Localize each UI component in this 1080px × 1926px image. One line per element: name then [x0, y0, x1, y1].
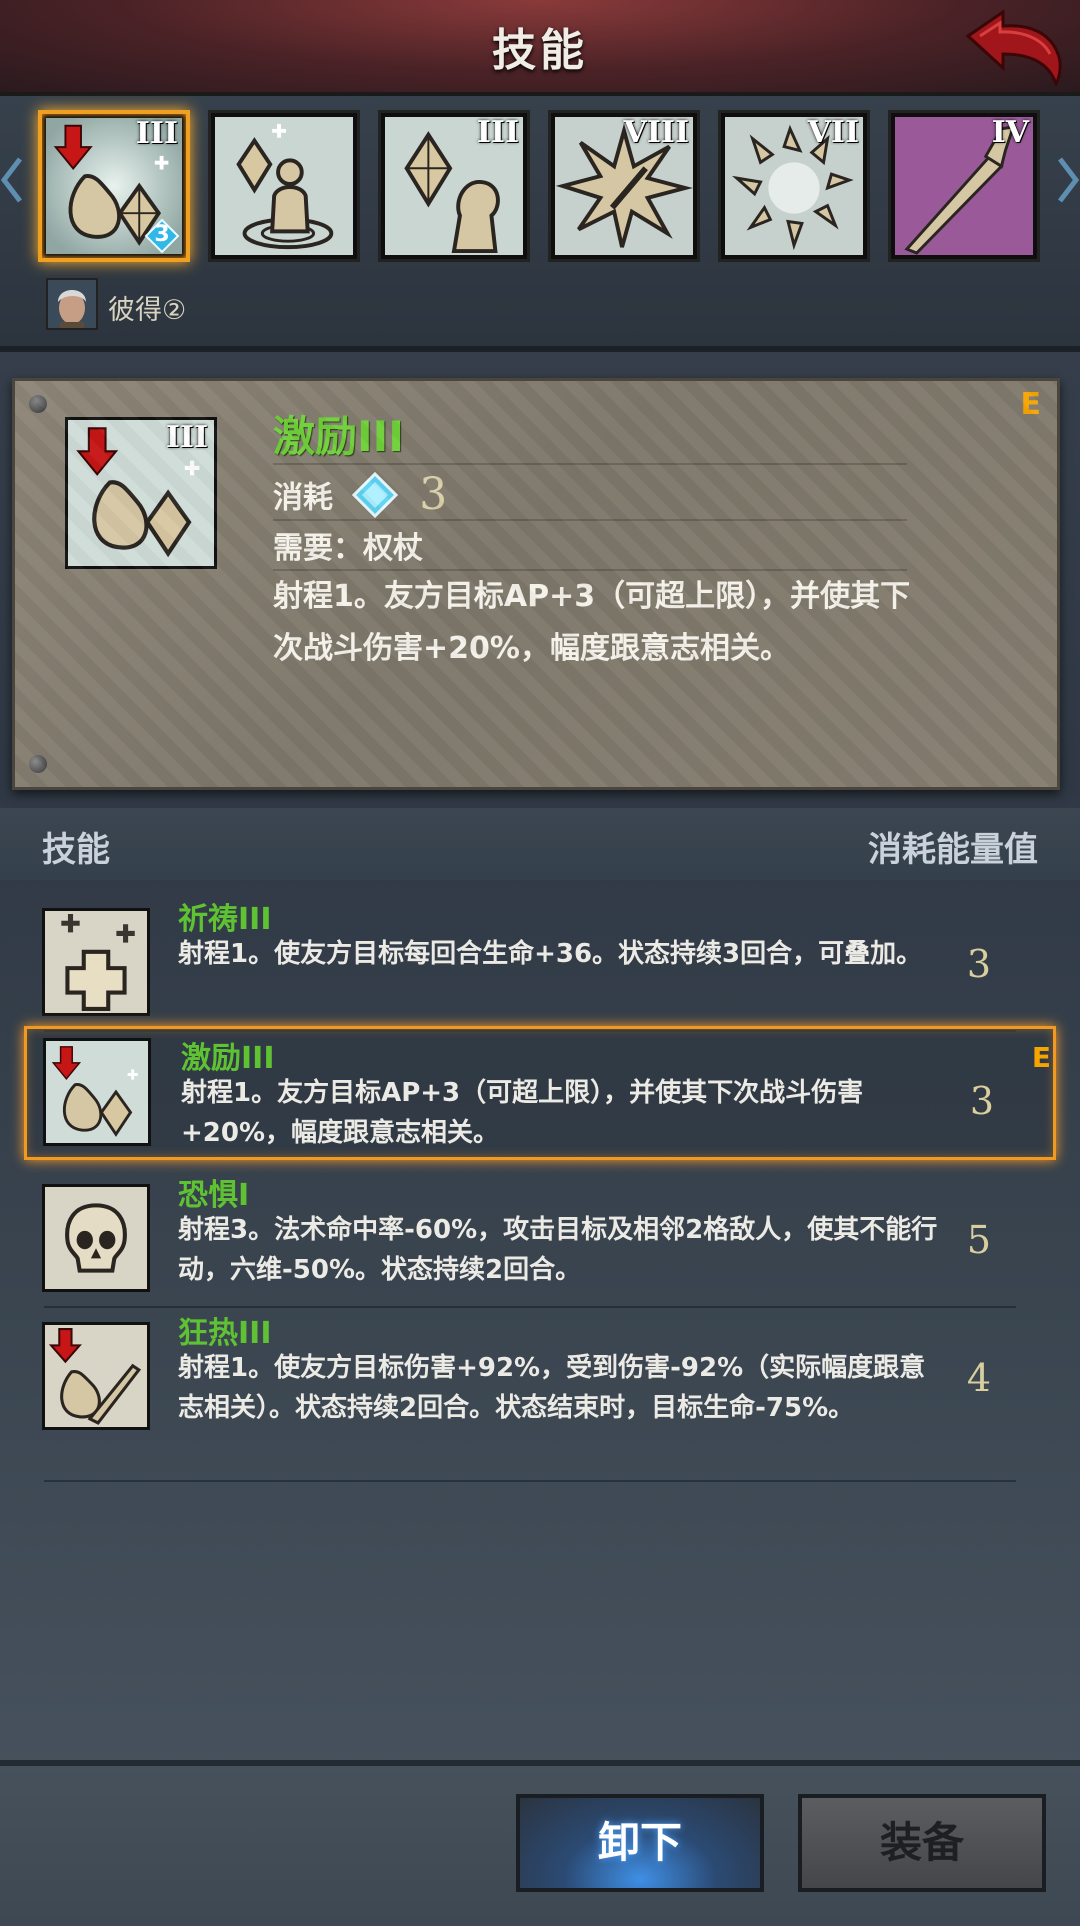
pray-skill-icon: [215, 117, 353, 255]
equip-button[interactable]: 装备: [798, 1794, 1046, 1892]
skull-icon: [42, 1184, 150, 1292]
skill-name: 狂热III: [178, 1316, 272, 1351]
cost-label: 消耗: [273, 480, 333, 516]
list-header-skill: 技能: [42, 830, 110, 870]
gem-badge: 3: [144, 218, 180, 254]
rivet-icon: [29, 755, 47, 773]
skill-slot-1[interactable]: III 3: [38, 110, 190, 262]
skill-slot-6[interactable]: IV: [888, 110, 1040, 262]
row-divider: [44, 1480, 1016, 1482]
skill-description: 射程1。友方目标AP+3（可超上限），并使其下次战斗伤害+20%，幅度跟意志相关…: [181, 1078, 864, 1148]
page-title: 技能: [492, 25, 588, 76]
skill-name: 恐惧I: [178, 1178, 250, 1213]
detail-skill-level: III: [165, 420, 208, 455]
skill-level: III: [476, 115, 519, 150]
skill-detail-panel: III 激励III E 消耗 3 需要：权杖 射程1。友方目标AP+3（可超上限…: [12, 378, 1060, 790]
cost-value: 3: [419, 469, 448, 520]
skill-description: 射程1。使友方目标每回合生命+36。状态持续3回合，可叠加。: [178, 939, 923, 969]
skill-cost: 3: [966, 942, 992, 986]
equipped-tag: E: [1020, 387, 1042, 422]
detail-description: 射程1。友方目标AP+3（可超上限），并使其下次战斗伤害+20%，幅度跟意志相关…: [273, 579, 911, 666]
skill-row-fear[interactable]: 恐惧I 射程3。法术命中率-60%，攻击目标及相邻2格敌人，使其不能行动，六维-…: [24, 1174, 1056, 1308]
scroll-right-icon[interactable]: [1056, 155, 1080, 205]
cost-row: 消耗 3: [273, 469, 448, 520]
energy-gem-icon: [352, 471, 399, 518]
skill-level: III: [135, 116, 178, 151]
unequip-button[interactable]: 卸下: [516, 1794, 764, 1892]
requirement-text: 需要：权杖: [273, 531, 423, 566]
character-name: 彼得②: [108, 295, 187, 326]
divider: [273, 463, 907, 465]
inspire-icon: [43, 1038, 151, 1146]
header-bar: 技能: [0, 0, 1080, 96]
skill-cost: 5: [966, 1218, 992, 1262]
scroll-left-icon[interactable]: [0, 155, 24, 205]
rivet-icon: [29, 395, 47, 413]
detail-skill-icon: III: [65, 417, 217, 569]
skill-list-header: 技能 消耗能量值: [0, 808, 1080, 880]
skill-row-fanatic[interactable]: 狂热III 射程1。使友方目标伤害+92%，受到伤害-92%（实际幅度跟意志相关…: [24, 1312, 1056, 1482]
skill-cost: 4: [966, 1356, 992, 1400]
detail-skill-title: 激励III: [273, 412, 404, 461]
skill-slot-3[interactable]: III: [378, 110, 530, 262]
skill-level: VII: [807, 115, 859, 150]
skill-row-pray[interactable]: 祈祷III 射程1。使友方目标每回合生命+36。状态持续3回合，可叠加。 3: [24, 898, 1056, 1032]
gem-count: 3: [154, 222, 170, 247]
skill-slot-2[interactable]: [208, 110, 360, 262]
skill-slot-4[interactable]: VIII: [548, 110, 700, 262]
fanatic-icon: [42, 1322, 150, 1430]
equipped-tag: E: [1031, 1041, 1051, 1074]
skill-level: IV: [991, 115, 1029, 150]
list-header-cost: 消耗能量值: [868, 830, 1038, 870]
back-arrow-icon[interactable]: [958, 6, 1068, 86]
pray-icon: [42, 908, 150, 1016]
skill-slot-5[interactable]: VII: [718, 110, 870, 262]
skill-description: 射程3。法术命中率-60%，攻击目标及相邻2格敌人，使其不能行动，六维-50%。…: [178, 1215, 938, 1285]
skill-level: VIII: [623, 115, 689, 150]
skill-row-inspire[interactable]: 激励III 射程1。友方目标AP+3（可超上限），并使其下次战斗伤害+20%，幅…: [24, 1026, 1056, 1160]
divider: [273, 519, 907, 521]
skill-name: 祈祷III: [178, 902, 272, 937]
skill-description: 射程1。使友方目标伤害+92%，受到伤害-92%（实际幅度跟意志相关）。状态持续…: [178, 1353, 926, 1423]
skill-cost: 3: [969, 1079, 995, 1123]
skill-name: 激励III: [181, 1041, 275, 1076]
character-avatar: [46, 278, 98, 330]
